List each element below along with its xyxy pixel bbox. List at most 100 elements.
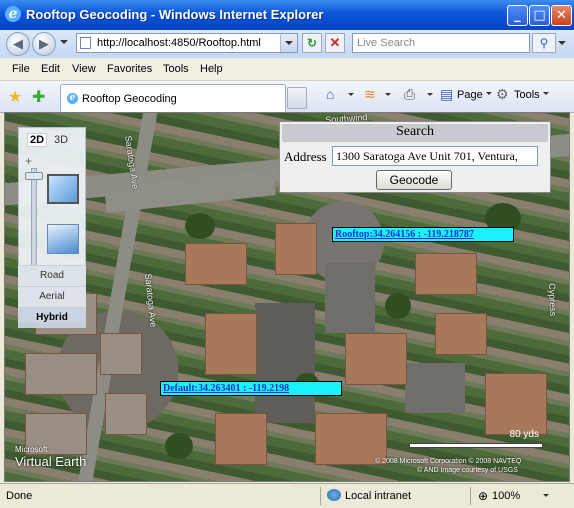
url-dropdown-button[interactable] [280,34,297,52]
building-roof [185,243,247,285]
building-roof [485,373,547,435]
status-text: Done [6,490,33,502]
default-pin-label[interactable]: Default:34.263401 : -119.2198 [160,381,342,396]
tree [385,293,411,319]
status-bar: Done Local intranet ⊕ 100% [0,483,574,508]
birds-eye-view-icon[interactable] [47,224,79,254]
search-input[interactable]: Live Search [352,33,530,53]
building-roof [435,313,487,355]
building-roof [25,353,97,395]
menu-view[interactable]: View [72,63,96,75]
page-icon [80,37,91,49]
print-icon[interactable]: ⎙ [404,86,415,103]
command-bar: ★ ✚ e Rooftop Geocoding ⌂ ≋ ⎙ ▤ Page ⚙ T… [0,81,574,113]
geocode-button[interactable]: Geocode [376,170,452,190]
security-zone-text[interactable]: Local intranet [345,490,411,502]
address-bar: ◀ ▶ http://localhost:4850/Rooftop.html ↻… [0,30,574,58]
search-options-dropdown-icon[interactable] [558,41,566,49]
copyright-text: © 2008 Microsoft Corporation © 2008 NAVT… [375,458,522,465]
building-roof [205,313,257,375]
building-roof [275,223,317,275]
ie-logo-icon: e [5,6,21,22]
tree [165,433,193,459]
building-roof [215,413,267,465]
url-field[interactable]: http://localhost:4850/Rooftop.html [76,33,298,53]
map-attribution: © 2008 Microsoft Corporation © 2008 NAVT… [375,457,561,475]
menu-bar: File Edit View Favorites Tools Help [0,58,574,81]
feeds-icon[interactable]: ≋ [364,86,376,103]
parking-lot [405,363,465,413]
menu-tools[interactable]: Tools [163,63,189,75]
page-content: Saratoga Ave Saratoga Ave Southwind Cypr… [4,112,570,482]
tools-menu-label: Tools [514,89,540,101]
tab-label: Rooftop Geocoding [82,93,177,105]
home-icon[interactable]: ⌂ [326,86,334,102]
add-favorites-icon[interactable]: ✚ [32,87,45,107]
close-button[interactable]: ✕ [551,5,572,26]
zoom-level-button[interactable]: 100% [492,490,520,502]
url-text: http://localhost:4850/Rooftop.html [97,37,261,49]
title-bar: e Rooftop Geocoding - Windows Internet E… [0,0,574,30]
minimize-button[interactable]: _ [507,5,528,26]
page-menu-label: Page [457,89,483,101]
tab-ie-icon: e [67,93,78,104]
street-label: Cypress [547,283,559,317]
history-dropdown-icon[interactable] [60,40,68,48]
zoom-in-button[interactable]: + [25,154,32,168]
view-3d-button[interactable]: 3D [54,134,68,146]
new-tab-button[interactable] [287,87,307,109]
home-dropdown-icon[interactable] [348,93,354,99]
zoom-slider-handle[interactable] [25,172,43,180]
window-title: Rooftop Geocoding - Windows Internet Exp… [26,7,324,22]
menu-file[interactable]: File [12,63,30,75]
maximize-button[interactable]: □ [529,5,550,26]
search-panel: Search Address 1300 Saratoga Ave Unit 70… [279,121,551,193]
status-divider [320,487,321,505]
search-button[interactable]: ⚲ [532,33,556,53]
zoom-magnifier-icon[interactable]: ⊕ [478,489,488,503]
scale-label: 80 yds [509,429,539,440]
parking-lot [325,263,375,333]
logo-microsoft-text: Microsoft [15,445,48,454]
aerial-mode-button[interactable]: Aerial [18,286,86,307]
street-label: Saratoga Ave [123,135,141,190]
status-divider [470,487,471,505]
map-mode-selector: Road Aerial Hybrid [18,265,86,328]
map-view-icon[interactable] [47,174,79,204]
view-2d-button[interactable]: 2D [27,133,48,147]
page-icon: ▤ [440,86,454,102]
scale-bar [409,443,543,448]
parking-lot [255,303,315,423]
tools-gear-icon: ⚙ [496,86,509,102]
menu-edit[interactable]: Edit [41,63,60,75]
tab-rooftop-geocoding[interactable]: e Rooftop Geocoding [60,84,286,112]
print-dropdown-icon[interactable] [427,93,433,99]
building-roof [100,333,142,375]
intranet-zone-icon [327,489,341,501]
building-roof [105,393,147,435]
page-menu-button[interactable]: Page [457,89,492,101]
virtual-earth-logo: Microsoft Virtual Earth [15,445,86,469]
refresh-button[interactable]: ↻ [302,33,322,53]
road-mode-button[interactable]: Road [18,265,86,286]
address-label: Address [284,149,327,164]
address-input[interactable]: 1300 Saratoga Ave Unit 701, Ventura, [332,146,538,166]
back-button[interactable]: ◀ [6,32,30,56]
search-panel-header: Search [282,124,548,142]
zoom-dropdown-icon[interactable] [543,494,549,500]
menu-favorites[interactable]: Favorites [107,63,152,75]
stop-button[interactable]: ✕ [325,33,345,53]
tree [185,213,215,239]
rooftop-pin-label[interactable]: Rooftop:34.264156 : -119.218787 [332,227,514,242]
forward-button[interactable]: ▶ [32,32,56,56]
hybrid-mode-button[interactable]: Hybrid [18,307,86,328]
favorites-star-icon[interactable]: ★ [8,87,22,107]
feeds-dropdown-icon[interactable] [385,93,391,99]
logo-virtual-earth-text: Virtual Earth [15,454,87,469]
zoom-slider-track[interactable] [31,168,37,270]
tools-menu-button[interactable]: Tools [514,89,549,101]
menu-help[interactable]: Help [200,63,223,75]
building-roof [415,253,477,295]
building-roof [345,333,407,385]
street-label: Saratoga Ave [143,273,159,328]
